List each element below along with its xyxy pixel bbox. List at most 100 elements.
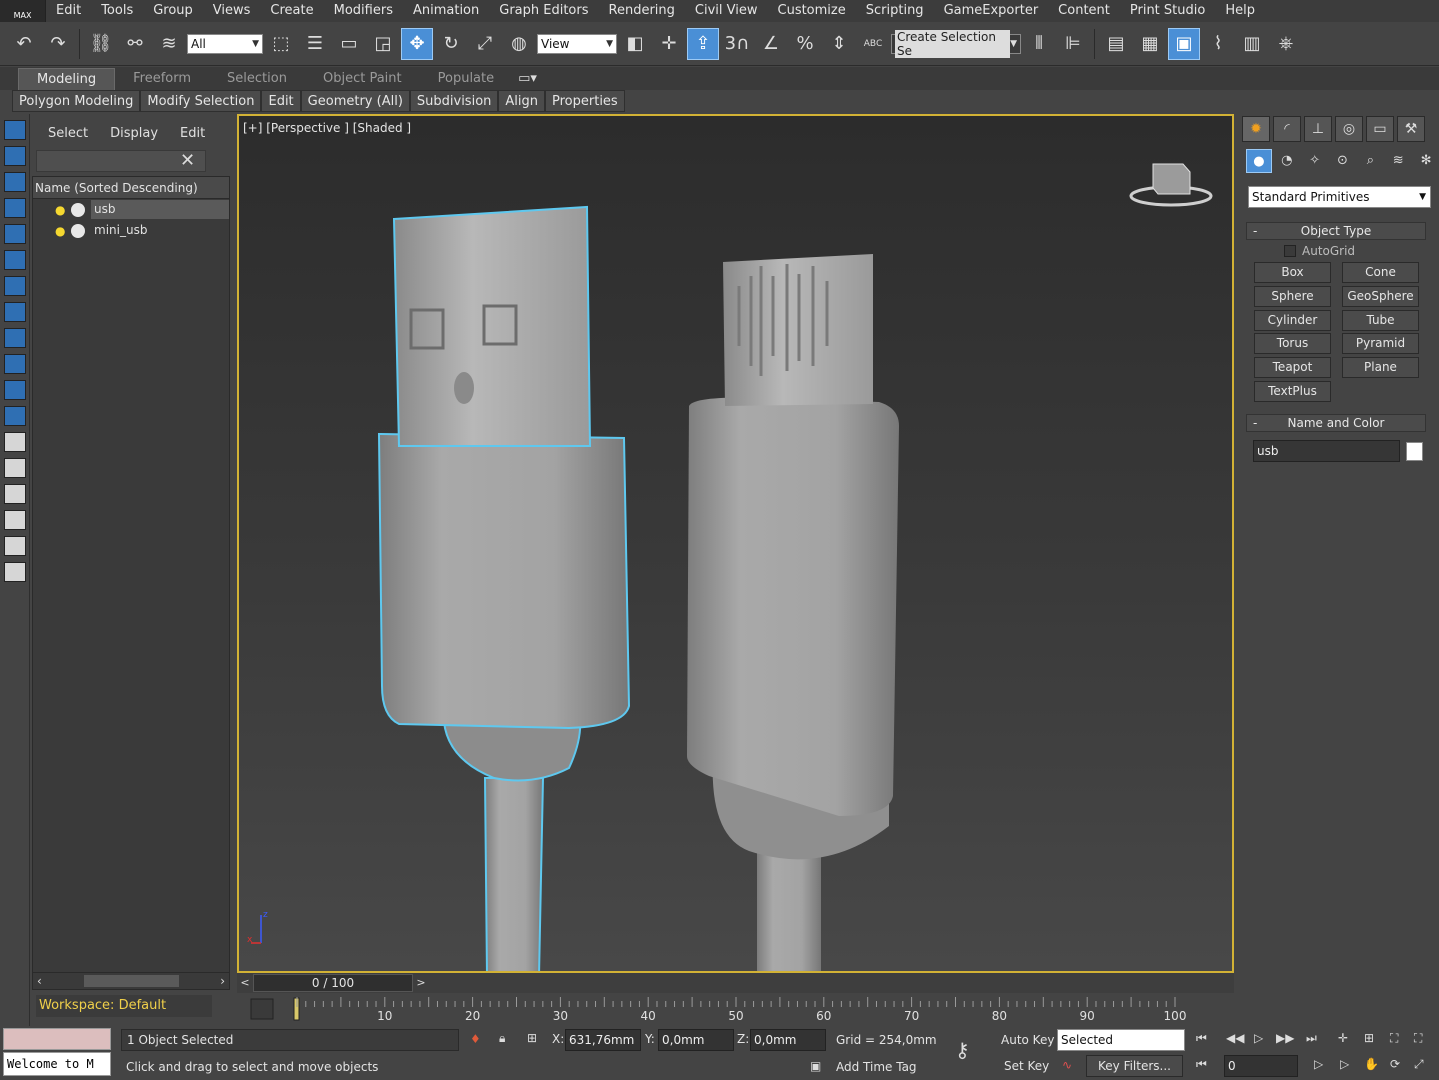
- tangent-icon[interactable]: ∿: [1062, 1058, 1072, 1072]
- geosphere-button[interactable]: GeoSphere: [1342, 286, 1419, 307]
- menu-graph-editors[interactable]: Graph Editors: [489, 0, 598, 22]
- systems-icon[interactable]: ✻: [1413, 149, 1439, 173]
- time-slider-thumb[interactable]: 0 / 100: [253, 974, 413, 992]
- time-slider[interactable]: < 0 / 100 >: [237, 973, 1234, 993]
- sphere-button[interactable]: Sphere: [1254, 286, 1331, 307]
- torus-button[interactable]: Torus: [1254, 333, 1331, 354]
- named-selection-dropdown[interactable]: Create Selection Se ▼: [891, 29, 1021, 58]
- select-manipulate-icon[interactable]: ✛: [653, 28, 685, 60]
- scrollbar-thumb[interactable]: [83, 975, 179, 987]
- curve-editor-icon[interactable]: ▣: [1168, 27, 1200, 60]
- box-button[interactable]: Box: [1254, 262, 1331, 283]
- teapot-button[interactable]: Teapot: [1254, 357, 1331, 378]
- undo-icon[interactable]: ↶: [8, 28, 40, 60]
- textplus-button[interactable]: TextPlus: [1254, 381, 1331, 402]
- zoom-all-icon[interactable]: ⊞: [1364, 1031, 1374, 1045]
- object-name-field[interactable]: usb: [1253, 440, 1400, 462]
- list-item[interactable]: ● usb: [33, 199, 229, 220]
- display-none-icon[interactable]: [4, 458, 26, 478]
- zoom-extents-all-icon[interactable]: ⛶: [1414, 1031, 1422, 1046]
- field-of-view-icon[interactable]: ▷: [1314, 1057, 1323, 1071]
- ribbon-toggle-icon[interactable]: ▦: [1134, 28, 1166, 60]
- lightbulb-icon[interactable]: ●: [55, 203, 67, 217]
- cylinder-button[interactable]: Cylinder: [1254, 310, 1331, 331]
- selection-filter-dropdown[interactable]: All ▼: [187, 33, 263, 54]
- prev-frame-button[interactable]: <: [237, 974, 253, 992]
- rect-region-icon[interactable]: ▭: [333, 28, 365, 60]
- goto-end-icon[interactable]: ⏭: [1306, 1031, 1317, 1046]
- menu-civil-view[interactable]: Civil View: [685, 0, 768, 22]
- chevron-left-icon[interactable]: ‹: [37, 974, 42, 988]
- edit-button[interactable]: Edit: [261, 90, 301, 112]
- next-key-icon[interactable]: ▶▶: [1276, 1031, 1294, 1045]
- scale-icon[interactable]: ⤢: [469, 28, 501, 60]
- modify-selection-button[interactable]: Modify Selection: [140, 90, 262, 112]
- workspace-dropdown[interactable]: Workspace: Default: [36, 995, 212, 1017]
- mini-usb-object[interactable]: [687, 254, 899, 971]
- motion-tab-icon[interactable]: ◎: [1335, 116, 1363, 142]
- edit-named-selection-icon[interactable]: ABC: [857, 28, 889, 60]
- key-mode-dropdown[interactable]: Selected: [1057, 1029, 1185, 1051]
- auto-key-button[interactable]: Auto Key: [1001, 1033, 1054, 1047]
- menu-modifiers[interactable]: Modifiers: [324, 0, 403, 22]
- geometry-all-button[interactable]: Geometry (All): [300, 90, 410, 112]
- tab-modeling[interactable]: Modeling: [18, 68, 116, 90]
- se-menu-display[interactable]: Display: [110, 126, 158, 141]
- list-item[interactable]: ● mini_usb: [33, 220, 229, 241]
- lights-icon[interactable]: ✧: [1302, 149, 1328, 173]
- menu-scripting[interactable]: Scripting: [856, 0, 934, 22]
- menu-rendering[interactable]: Rendering: [599, 0, 685, 22]
- display-invert-icon[interactable]: [4, 484, 26, 504]
- filter-icon[interactable]: [4, 510, 26, 530]
- tab-populate[interactable]: Populate: [420, 68, 513, 90]
- tube-button[interactable]: Tube: [1342, 310, 1419, 331]
- cone-button[interactable]: Cone: [1342, 262, 1419, 283]
- z-coordinate-field[interactable]: 0,0mm: [750, 1029, 826, 1051]
- utilities-tab-icon[interactable]: ⚒: [1397, 116, 1425, 142]
- layer-explorer-icon[interactable]: ▤: [1100, 28, 1132, 60]
- display-lights-icon[interactable]: [4, 172, 26, 192]
- angle-snap-icon[interactable]: ∠: [755, 28, 787, 60]
- app-menu-button[interactable]: MAX: [0, 0, 46, 22]
- pyramid-button[interactable]: Pyramid: [1342, 333, 1419, 354]
- align-button[interactable]: Align: [498, 90, 545, 112]
- time-tag-icon[interactable]: ▣: [810, 1059, 821, 1073]
- next-frame-button[interactable]: >: [413, 974, 429, 992]
- redo-icon[interactable]: ↷: [42, 28, 74, 60]
- menu-edit[interactable]: Edit: [46, 0, 91, 22]
- layer-toggle-icon[interactable]: [4, 562, 26, 582]
- close-icon[interactable]: ✕: [180, 150, 195, 171]
- reference-coord-dropdown[interactable]: View ▼: [537, 33, 617, 54]
- shapes-icon[interactable]: ◔: [1274, 149, 1300, 173]
- maxscript-listener-output[interactable]: [3, 1028, 111, 1050]
- chevron-right-icon[interactable]: ›: [220, 974, 225, 988]
- material-editor-icon[interactable]: ▥: [1236, 28, 1268, 60]
- keyboard-shortcut-icon[interactable]: ⇪: [687, 27, 719, 60]
- se-menu-select[interactable]: Select: [48, 126, 88, 141]
- modify-tab-icon[interactable]: ◜: [1273, 116, 1301, 142]
- unlink-icon[interactable]: ⚯: [119, 28, 151, 60]
- ribbon-options-icon[interactable]: ▭▾: [512, 68, 543, 90]
- display-helpers-icon[interactable]: [4, 224, 26, 244]
- tab-freeform[interactable]: Freeform: [115, 68, 209, 90]
- plane-button[interactable]: Plane: [1342, 357, 1419, 378]
- x-coordinate-field[interactable]: 631,76mm: [565, 1029, 641, 1051]
- name-column-header[interactable]: Name (Sorted Descending): [33, 177, 229, 199]
- autogrid-toggle[interactable]: AutoGrid: [1284, 244, 1355, 258]
- goto-start-icon[interactable]: ⏮: [1196, 1031, 1207, 1046]
- tab-object-paint[interactable]: Object Paint: [305, 68, 420, 90]
- prev-key-icon[interactable]: ◀◀: [1226, 1031, 1244, 1045]
- horizontal-scrollbar[interactable]: ‹ ›: [32, 972, 230, 990]
- schematic-view-icon[interactable]: ⌇: [1202, 28, 1234, 60]
- polygon-modeling-button[interactable]: Polygon Modeling: [12, 90, 141, 112]
- display-spacewarps-icon[interactable]: [4, 250, 26, 270]
- current-frame-field[interactable]: 0: [1224, 1055, 1298, 1077]
- display-hidden-icon[interactable]: [4, 406, 26, 426]
- set-key-button[interactable]: Set Key: [1004, 1059, 1049, 1073]
- usb-models[interactable]: [239, 116, 1232, 971]
- display-tab-icon[interactable]: ▭: [1366, 116, 1394, 142]
- viewcube-icon[interactable]: [1128, 158, 1214, 208]
- menu-create[interactable]: Create: [260, 0, 323, 22]
- mirror-icon[interactable]: ⫴: [1023, 28, 1055, 60]
- maximize-viewport-icon[interactable]: ⤢: [1414, 1057, 1424, 1072]
